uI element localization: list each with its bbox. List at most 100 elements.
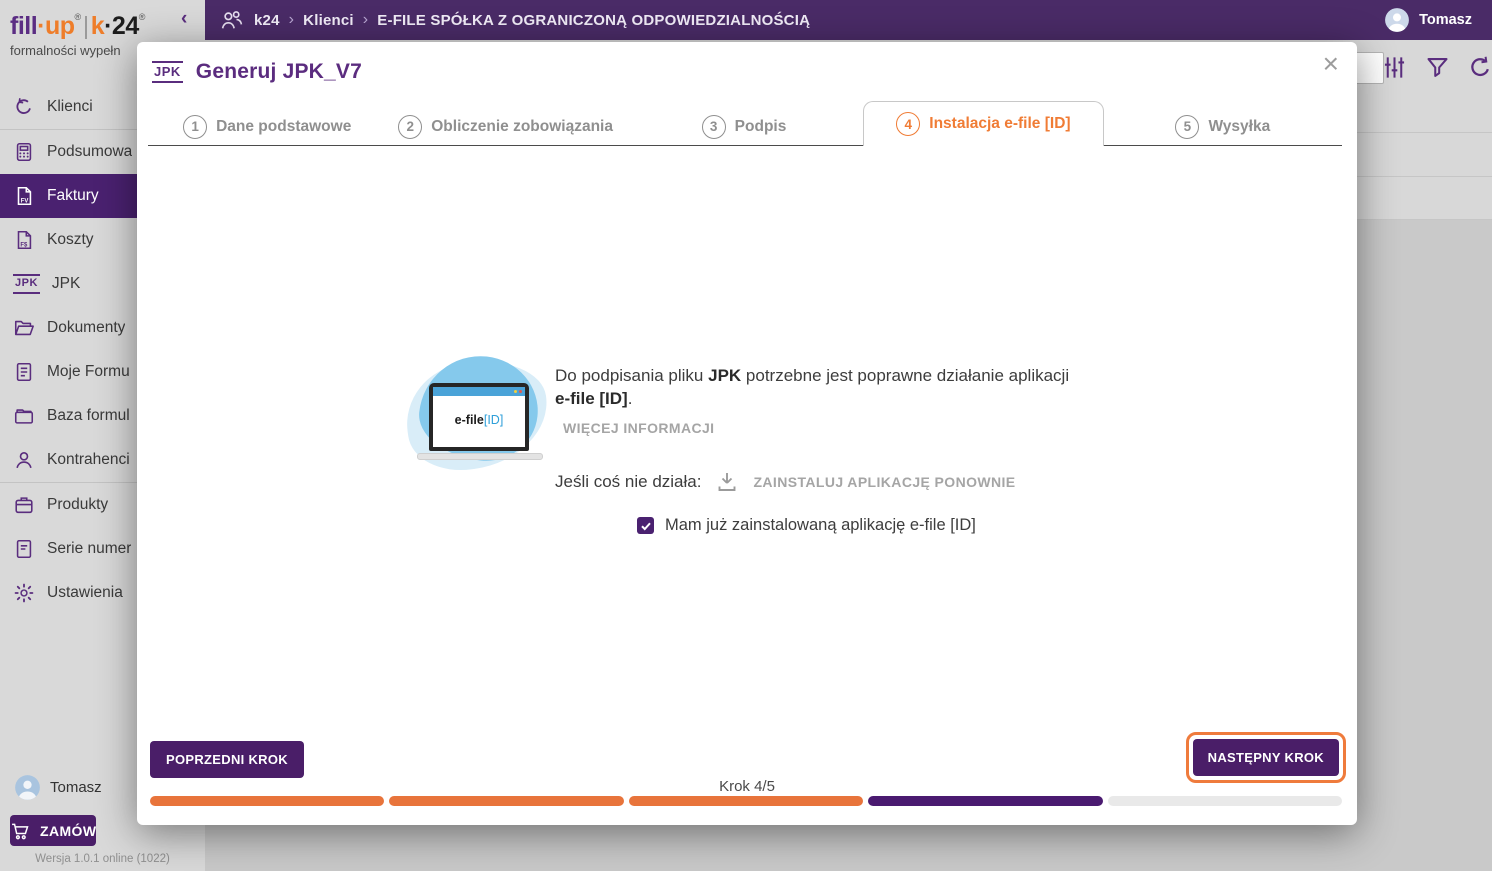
invoice-document-icon: FV <box>13 185 35 207</box>
topbar-user[interactable]: Tomasz <box>1384 7 1472 33</box>
laptop-base <box>417 453 543 460</box>
sidebar-item-label: Kontrahenci <box>47 451 130 468</box>
sidebar-item-label: Ustawienia <box>47 584 123 601</box>
form-document-icon <box>13 361 35 383</box>
generate-jpk-modal: JPK Generuj JPK_V7 × 1 Dane podstawowe 2… <box>137 42 1357 825</box>
step-number: 2 <box>398 114 423 139</box>
progress-segment <box>150 796 385 806</box>
person-icon <box>13 449 35 471</box>
next-step-highlight-ring: NASTĘPNY KROK <box>1185 732 1346 783</box>
reinstall-row: Jeśli coś nie działa: ZAINSTALUJ APLIKAC… <box>555 470 1016 494</box>
costs-document-icon: F$ <box>13 229 35 251</box>
window-dot <box>514 390 517 393</box>
order-button[interactable]: ZAMÓW <box>10 815 97 846</box>
id-brand: [ID] <box>483 413 504 427</box>
window-dot <box>519 390 522 393</box>
close-icon[interactable]: × <box>1323 50 1339 78</box>
svg-text:F$: F$ <box>20 242 28 248</box>
topbar-user-name: Tomasz <box>1419 12 1472 28</box>
step-number: 4 <box>896 112 921 136</box>
sidebar-item-label: Koszty <box>47 231 94 248</box>
sidebar-item-label: Baza formul <box>47 407 130 424</box>
step-label: Wysyłka <box>1208 117 1271 135</box>
next-step-button[interactable]: NASTĘPNY KROK <box>1192 739 1339 776</box>
gear-icon <box>13 582 35 604</box>
sidebar-item-label: Podsumowa <box>47 143 133 160</box>
jpk-icon: JPK <box>13 274 40 294</box>
already-installed-checkbox-row[interactable]: Mam już zainstalowaną aplikację e-file [… <box>637 516 976 535</box>
tab-step-2-obliczenie-zobowiazania[interactable]: 2 Obliczenie zobowiązania <box>386 108 625 146</box>
tab-step-1-dane-podstawowe[interactable]: 1 Dane podstawowe <box>148 108 387 146</box>
tab-step-4-instalacja-e-file[interactable]: 4 Instalacja e-file [ID] <box>863 101 1104 146</box>
reinstall-link[interactable]: ZAINSTALUJ APLIKACJĘ PONOWNIE <box>753 474 1015 490</box>
modal-header: JPK Generuj JPK_V7 <box>152 60 362 84</box>
not-working-label: Jeśli coś nie działa: <box>555 472 702 491</box>
download-icon[interactable] <box>715 470 739 494</box>
user-avatar-icon <box>1384 7 1410 33</box>
modal-title: Generuj JPK_V7 <box>195 60 363 83</box>
step-label: Dane podstawowe <box>216 117 352 135</box>
check-icon <box>640 522 651 530</box>
user-avatar-icon <box>14 774 41 801</box>
top-bar: k24 › Klienci › E-FILE SPÓŁKA Z OGRANICZ… <box>205 0 1492 40</box>
step-number: 1 <box>183 114 208 139</box>
list-toolbar <box>1381 54 1492 81</box>
rotate-arrow-icon <box>13 96 35 118</box>
laptop-screen-text: e-file [ID] <box>433 396 525 444</box>
sidebar-user-name: Tomasz <box>50 779 102 796</box>
sidebar-item-label: JPK <box>51 275 81 292</box>
logo-text: fill·up®|k·24® <box>10 12 145 40</box>
laptop-browser-bar <box>433 387 525 396</box>
app-screen: k24 › Klienci › E-FILE SPÓŁKA Z OGRANICZ… <box>0 0 1492 871</box>
sidebar-item-label: Klienci <box>47 98 93 115</box>
order-button-label: ZAMÓW <box>40 822 97 839</box>
previous-step-button[interactable]: POPRZEDNI KROK <box>150 741 304 778</box>
open-folder-icon <box>13 317 35 339</box>
e-file-laptop-illustration: e-file [ID] <box>399 350 555 478</box>
breadcrumb-root[interactable]: k24 <box>254 12 280 29</box>
sliders-icon[interactable] <box>1381 54 1408 81</box>
jpk-icon: JPK <box>152 61 183 83</box>
progress-segment <box>1107 796 1343 806</box>
sidebar-item-label: Dokumenty <box>47 319 126 336</box>
progress-segment <box>628 796 864 806</box>
sidebar-item-label: Serie numer <box>47 540 132 557</box>
checkbox-checked[interactable] <box>637 517 654 534</box>
wizard-progress-bar <box>150 796 1343 806</box>
step-number: 3 <box>701 114 726 139</box>
tab-step-3-podpis[interactable]: 3 Podpis <box>624 108 864 146</box>
sidebar-item-label: Moje Formu <box>47 363 130 380</box>
install-instruction-text: Do podpisania pliku JPK potrzebne jest p… <box>555 366 1070 409</box>
breadcrumb: k24 › Klienci › E-FILE SPÓŁKA Z OGRANICZ… <box>254 11 810 29</box>
step-label: Podpis <box>734 117 787 135</box>
sidebar-item-label: Produkty <box>47 496 109 513</box>
breadcrumb-section[interactable]: Klienci <box>303 12 354 29</box>
checkbox-label: Mam już zainstalowaną aplikację e-file [… <box>665 516 976 534</box>
briefcase-icon <box>13 494 35 516</box>
step-indicator: Krok 4/5 <box>719 778 775 795</box>
clients-group-icon <box>219 8 244 33</box>
progress-segment <box>389 796 624 806</box>
progress-segment <box>868 796 1103 806</box>
filter-funnel-icon[interactable] <box>1424 54 1451 81</box>
version-label: Wersja 1.0.1 online (1022) <box>35 853 170 865</box>
step-label: Obliczenie zobowiązania <box>431 117 613 135</box>
folder-icon <box>13 405 35 427</box>
more-info-link[interactable]: WIĘCEJ INFORMACJI <box>563 420 714 436</box>
wizard-steps: 1 Dane podstawowe 2 Obliczenie zobowiąza… <box>148 101 1343 146</box>
refresh-icon[interactable] <box>1467 54 1492 81</box>
tab-step-5-wysylka[interactable]: 5 Wysyłka <box>1103 108 1343 146</box>
breadcrumb-separator: › <box>362 11 369 28</box>
sidebar-item-label: Faktury <box>47 187 99 204</box>
sidebar-collapse-icon[interactable]: ‹ <box>181 8 187 30</box>
numbering-document-icon <box>13 538 35 560</box>
calculator-icon <box>13 141 35 163</box>
laptop-graphic: e-file [ID] <box>429 383 529 451</box>
step-number: 5 <box>1175 114 1200 139</box>
svg-text:FV: FV <box>21 198 29 204</box>
e-file-brand: e-file <box>454 413 484 427</box>
breadcrumb-separator: › <box>288 11 295 28</box>
step-label: Instalacja e-file [ID] <box>929 115 1071 132</box>
breadcrumb-entity[interactable]: E-FILE SPÓŁKA Z OGRANICZONĄ ODPOWIEDZIAL… <box>377 12 810 29</box>
cart-icon <box>10 821 30 841</box>
